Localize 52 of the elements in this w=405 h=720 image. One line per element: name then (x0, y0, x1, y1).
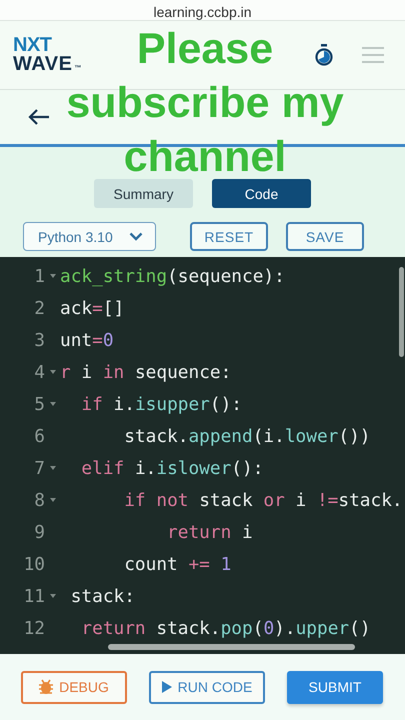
code-line: r i in sequence: (60, 362, 232, 382)
stopwatch-icon[interactable] (314, 44, 334, 66)
code-line: if i.isupper(): (80, 394, 242, 414)
code-line: stack: (70, 586, 135, 606)
language-dropdown[interactable]: Python 3.10 (23, 222, 156, 251)
tab[interactable]: Code (212, 179, 311, 208)
line-number: 12 (22, 618, 45, 638)
scrollbar[interactable] (399, 267, 404, 357)
line-number: 6 (33, 426, 45, 446)
line-number: 7 (33, 458, 45, 478)
code-line: if not stack or i !=stack. (123, 490, 403, 510)
fold-icon[interactable] (50, 594, 56, 598)
line-number: 4 (33, 362, 45, 382)
debug-button[interactable]: DEBUG (21, 670, 127, 704)
fold-icon[interactable] (50, 466, 56, 470)
overlay-caption: channel (124, 136, 286, 178)
overlay-caption: subscribe my (66, 82, 344, 124)
submit-button[interactable]: SUBMIT (287, 670, 383, 704)
line-number: 9 (33, 522, 45, 542)
url-text: learning.ccbp.in (153, 4, 252, 20)
line-number: 8 (33, 490, 45, 510)
logo-text: WAVE (13, 55, 72, 74)
fold-icon[interactable] (50, 274, 56, 278)
fold-icon[interactable] (50, 498, 56, 502)
chevron-down-icon (129, 232, 143, 241)
fold-icon[interactable] (50, 402, 56, 406)
bug-icon (39, 679, 54, 695)
overlay-caption: Please (136, 28, 274, 70)
line-number: 1 (33, 266, 45, 286)
code-line: ack=[] (60, 298, 124, 318)
code-editor[interactable] (0, 257, 405, 654)
code-line: return stack.pop(0).upper() (80, 618, 371, 638)
code-line: elif i.islower(): (80, 458, 264, 478)
tab[interactable]: Summary (94, 179, 193, 208)
scrollbar[interactable] (108, 644, 355, 650)
fold-icon[interactable] (50, 370, 56, 374)
line-number: 5 (33, 394, 45, 414)
code-line: return i (166, 522, 253, 542)
line-number: 11 (22, 586, 45, 606)
line-number: 10 (22, 554, 45, 574)
logo-text: NXT (13, 36, 53, 55)
code-line: stack.append(i.lower()) (123, 426, 370, 446)
code-line: ack_string(sequence): (60, 266, 285, 286)
action-button[interactable]: SAVE (286, 222, 364, 251)
code-line: count += 1 (123, 554, 232, 574)
action-button[interactable]: RESET (190, 222, 268, 251)
play-icon (162, 681, 172, 693)
line-number: 2 (33, 298, 45, 318)
line-number: 3 (33, 330, 45, 350)
back-arrow-icon[interactable] (28, 109, 50, 125)
run-code-button[interactable]: RUN CODE (149, 670, 265, 704)
code-line: unt=0 (60, 330, 114, 350)
